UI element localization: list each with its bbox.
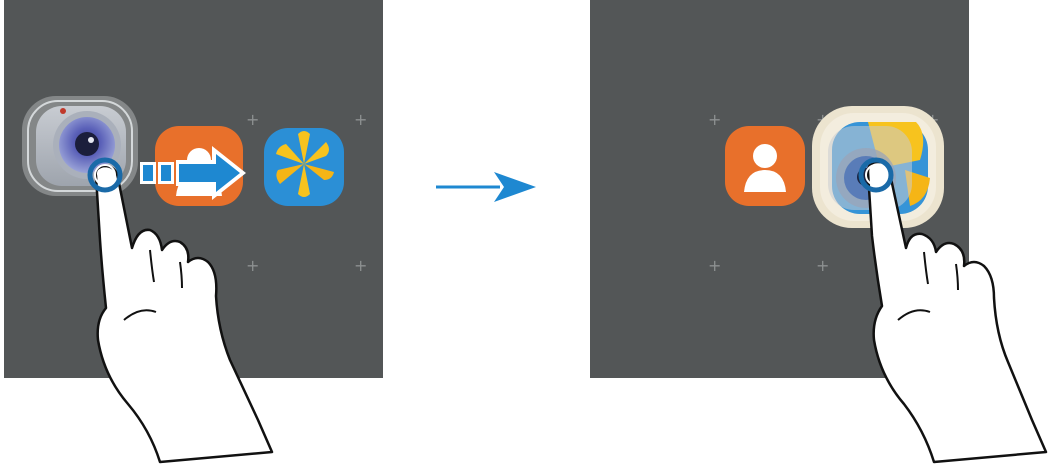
pointing-hand-icon — [94, 164, 274, 464]
gallery-app-icon[interactable] — [264, 128, 344, 206]
pointing-hand-icon — [866, 160, 1048, 464]
contacts-app-icon[interactable] — [725, 126, 805, 206]
illustration-layer — [22, 96, 1048, 464]
arrow-right-icon — [436, 172, 536, 202]
